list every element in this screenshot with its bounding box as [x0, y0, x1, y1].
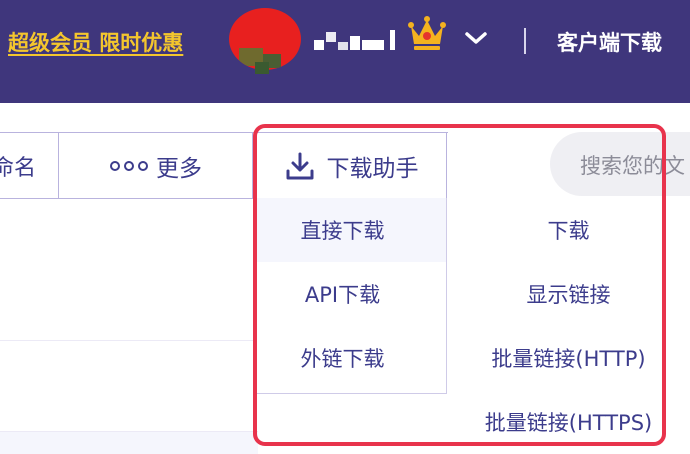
- more-button[interactable]: 更多: [60, 133, 253, 198]
- username-redacted[interactable]: [314, 30, 400, 52]
- file-list-row-hover[interactable]: [0, 432, 258, 454]
- more-dots-icon: [110, 160, 148, 171]
- top-header: 超级会员 限时优惠 客户端下载: [0, 0, 690, 103]
- rename-label: 命名: [0, 155, 36, 181]
- avatar-pixel-fragment: [255, 62, 269, 74]
- header-divider: [524, 28, 526, 54]
- highlight-annotation-box: [253, 124, 666, 446]
- more-label: 更多: [156, 155, 202, 182]
- chevron-down-icon[interactable]: [462, 28, 490, 48]
- avatar[interactable]: [229, 8, 301, 70]
- file-list-divider: [0, 340, 258, 341]
- client-download-link[interactable]: 客户端下载: [557, 27, 662, 57]
- vip-promo-link[interactable]: 超级会员 限时优惠: [8, 27, 183, 57]
- crown-icon[interactable]: [408, 14, 446, 54]
- rename-button[interactable]: 命名: [0, 133, 59, 198]
- toolbar-bottom-border: [0, 198, 255, 199]
